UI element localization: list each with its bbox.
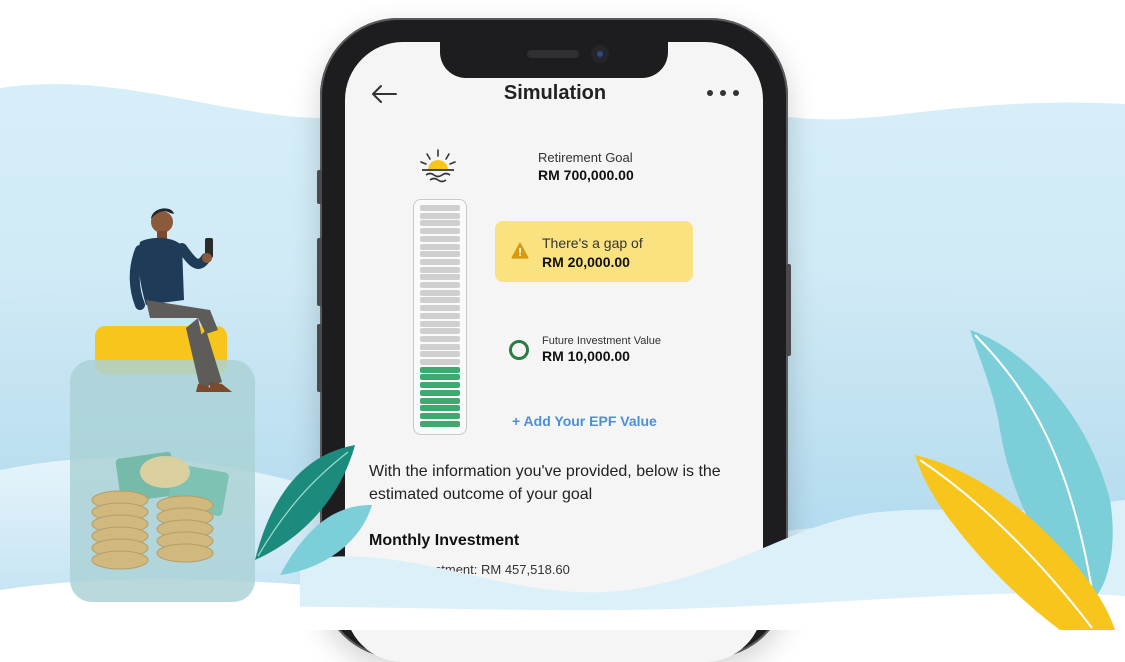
warning-icon xyxy=(511,242,529,259)
meter-segment-filled xyxy=(420,382,460,389)
meter-segment-filled xyxy=(420,366,460,373)
meter-segment-empty xyxy=(420,343,460,350)
meter-segment-empty xyxy=(420,289,460,296)
meter-segment-filled xyxy=(420,389,460,396)
meter-segment-empty xyxy=(420,312,460,319)
meter-segment-empty xyxy=(420,266,460,273)
meter-segment-filled xyxy=(420,397,460,404)
retirement-goal-value: RM 700,000.00 xyxy=(538,167,634,183)
add-epf-value-link[interactable]: + Add Your EPF Value xyxy=(512,413,657,429)
phone-side-button xyxy=(786,264,791,356)
phone-speaker xyxy=(527,50,579,58)
more-horizontal-icon[interactable] xyxy=(705,86,741,100)
meter-segment-empty xyxy=(420,243,460,250)
future-investment-value: RM 10,000.00 xyxy=(542,348,630,364)
meter-segment-empty xyxy=(420,235,460,242)
progress-meter xyxy=(413,199,467,435)
info-text: With the information you've provided, be… xyxy=(369,463,721,503)
camera-icon xyxy=(591,45,609,63)
meter-segment-empty xyxy=(420,328,460,335)
meter-segment-empty xyxy=(420,258,460,265)
phone-side-button xyxy=(317,324,322,392)
meter-segment-empty xyxy=(420,212,460,219)
retirement-goal-label: Retirement Goal xyxy=(538,150,633,165)
meter-segment-empty xyxy=(420,335,460,342)
phone-side-button xyxy=(317,238,322,306)
meter-segment-empty xyxy=(420,351,460,358)
monthly-investment-title: Monthly Investment xyxy=(369,532,520,549)
meter-segment-empty xyxy=(420,305,460,312)
page-title: Simulation xyxy=(503,82,607,104)
status-ring-icon xyxy=(509,340,529,360)
meter-segment-empty xyxy=(420,297,460,304)
meter-segment-empty xyxy=(420,320,460,327)
phone-side-button xyxy=(317,170,322,204)
gap-alert-text: There's a gap of xyxy=(542,235,643,251)
arrow-left-icon[interactable] xyxy=(370,80,398,108)
meter-segment-filled xyxy=(420,412,460,419)
phone-notch xyxy=(440,42,668,78)
meter-segment-empty xyxy=(420,274,460,281)
meter-segment-filled xyxy=(420,374,460,381)
meter-segment-empty xyxy=(420,282,460,288)
meter-segment-empty xyxy=(420,359,460,365)
illustration-scene: Simulation Retirement Goal RM 700,000.00… xyxy=(0,0,1125,662)
meter-segment-empty xyxy=(420,220,460,227)
meter-segment-filled xyxy=(420,405,460,412)
meter-segment-empty xyxy=(420,228,460,235)
meter-segment-empty xyxy=(420,205,460,211)
future-investment-value-label: Future Investment Value xyxy=(542,335,662,347)
meter-segment-empty xyxy=(420,251,460,258)
meter-segment-filled xyxy=(420,420,460,427)
sunrise-icon xyxy=(420,149,456,183)
future-investment-text: Future Investment: RM 457,518.60 xyxy=(369,562,570,577)
gap-alert-amount: RM 20,000.00 xyxy=(542,254,630,270)
